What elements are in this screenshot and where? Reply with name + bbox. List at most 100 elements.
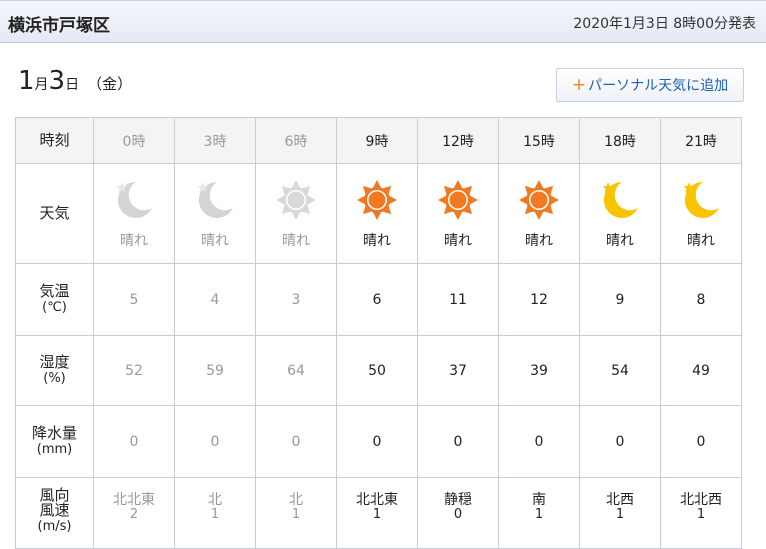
humidity-cell: 52 — [93, 335, 175, 406]
humidity-unit: (%) — [43, 371, 66, 386]
temperature-row: 気温 (℃) 5 4 3 6 11 12 9 8 — [15, 263, 742, 336]
wind-unit: (m/s) — [37, 519, 72, 534]
time-row: 時刻 0時 3時 6時 9時 12時 15時 18時 21時 — [15, 117, 742, 164]
precipitation-cell: 0 — [660, 405, 742, 478]
wind-cell: 北西 1 — [579, 477, 661, 549]
date-month: 1 — [18, 66, 35, 96]
moon-icon — [175, 178, 255, 226]
plus-icon: + — [571, 75, 587, 95]
wind-speed: 1 — [615, 507, 625, 522]
temperature-cell: 9 — [579, 263, 661, 336]
time-cell: 9時 — [336, 117, 418, 164]
date-day: 3 — [48, 66, 66, 96]
precipitation-cell: 0 — [174, 405, 256, 478]
wind-cell: 南1 — [498, 477, 580, 549]
wind-label-speed: 風速 — [39, 501, 70, 519]
weather-cell: 晴れ — [336, 163, 418, 264]
wind-cell: 北北西 1 — [660, 477, 742, 549]
weather-label: 晴れ — [687, 232, 715, 249]
issued-time: 2020年1月3日 8時00分発表 — [573, 16, 756, 32]
temperature-cell: 6 — [336, 263, 418, 336]
moon-icon — [580, 178, 660, 226]
temperature-cell: 3 — [255, 263, 337, 336]
weather-label: 晴れ — [282, 232, 310, 249]
wind-cell: 北1 — [255, 477, 337, 549]
humidity-cell: 54 — [579, 335, 661, 406]
wind-cell: 静穏 0 — [417, 477, 499, 549]
wind-direction: 静穏 — [444, 492, 472, 508]
time-cell: 15時 — [498, 117, 580, 164]
time-cell: 21時 — [660, 117, 742, 164]
humidity-cell: 50 — [336, 335, 418, 406]
temp-label: 気温 — [39, 282, 70, 300]
wind-cell: 北北東 2 — [93, 477, 175, 549]
precipitation-cell: 0 — [336, 405, 418, 478]
humidity-cell: 59 — [174, 335, 256, 406]
humidity-label: 湿度 — [39, 353, 70, 371]
wind-speed: 2 — [129, 507, 139, 522]
weather-label: 晴れ — [525, 232, 553, 249]
wind-direction: 南 — [532, 492, 546, 508]
weather-cell: 晴れ — [660, 163, 742, 264]
precipitation-cell: 0 — [498, 405, 580, 478]
wind-speed: 1 — [210, 507, 220, 522]
wind-speed: 0 — [453, 507, 463, 522]
precip-label: 降水量 — [31, 424, 77, 442]
sun-icon — [337, 178, 417, 226]
wind-direction: 北西 — [606, 492, 634, 508]
add-personal-weather-button[interactable]: + パーソナル天気に追加 — [556, 68, 744, 102]
wind-speed: 1 — [696, 507, 706, 522]
weather-label: 晴れ — [606, 232, 634, 249]
forecast-date: 1月3日 （金） — [18, 66, 132, 96]
humidity-cell: 64 — [255, 335, 337, 406]
wind-direction: 北北西 — [680, 492, 722, 508]
precipitation-cell: 0 — [93, 405, 175, 478]
page-header: 横浜市戸塚区 2020年1月3日 8時00分発表 — [0, 0, 766, 43]
add-button-label: パーソナル天気に追加 — [588, 78, 729, 94]
weather-label: 晴れ — [444, 232, 472, 249]
weather-row: 天気 晴れ 晴れ 晴れ 晴れ 晴れ 晴れ 晴れ 晴れ — [15, 163, 742, 264]
time-cell: 12時 — [417, 117, 499, 164]
humidity-row: 湿度 (%) 52 59 64 50 37 39 54 49 — [15, 335, 742, 406]
row-label-weather: 天気 — [15, 163, 94, 264]
humidity-cell: 37 — [417, 335, 499, 406]
weather-label: 晴れ — [363, 232, 391, 249]
row-label-time: 時刻 — [15, 117, 94, 164]
temperature-cell: 11 — [417, 263, 499, 336]
weather-cell: 晴れ — [174, 163, 256, 264]
sun-icon — [256, 178, 336, 226]
moon-icon — [661, 178, 741, 226]
humidity-cell: 39 — [498, 335, 580, 406]
sun-icon — [499, 178, 579, 226]
weather-label: 晴れ — [201, 232, 229, 249]
humidity-cell: 49 — [660, 335, 742, 406]
precipitation-cell: 0 — [255, 405, 337, 478]
temperature-cell: 12 — [498, 263, 580, 336]
weather-label: 晴れ — [120, 232, 148, 249]
wind-direction: 北 — [208, 492, 222, 508]
wind-direction: 北北東 — [356, 492, 398, 508]
weather-cell: 晴れ — [417, 163, 499, 264]
temperature-cell: 8 — [660, 263, 742, 336]
wind-cell: 北北東 1 — [336, 477, 418, 549]
weather-cell: 晴れ — [498, 163, 580, 264]
weather-cell: 晴れ — [255, 163, 337, 264]
forecast-table: 時刻 0時 3時 6時 9時 12時 15時 18時 21時 天気 晴れ 晴れ 晴れ 晴れ 晴れ 晴れ 晴… — [15, 117, 742, 549]
precip-unit: (mm) — [36, 442, 73, 457]
temperature-cell: 4 — [174, 263, 256, 336]
weather-cell: 晴れ — [579, 163, 661, 264]
weather-cell: 晴れ — [93, 163, 175, 264]
time-cell: 0時 — [93, 117, 175, 164]
time-cell: 6時 — [255, 117, 337, 164]
wind-direction: 北北東 — [113, 492, 155, 508]
date-month-unit: 月 — [34, 77, 49, 93]
date-weekday: （金） — [87, 75, 133, 93]
wind-speed: 1 — [372, 507, 382, 522]
sun-icon — [418, 178, 498, 226]
temp-unit: (℃) — [42, 300, 67, 315]
temperature-cell: 5 — [93, 263, 175, 336]
row-label-wind: 風向 風速 (m/s) — [15, 477, 94, 549]
precipitation-row: 降水量 (mm) 00000000 — [15, 405, 742, 478]
time-cell: 18時 — [579, 117, 661, 164]
date-day-unit: 日 — [65, 77, 80, 93]
